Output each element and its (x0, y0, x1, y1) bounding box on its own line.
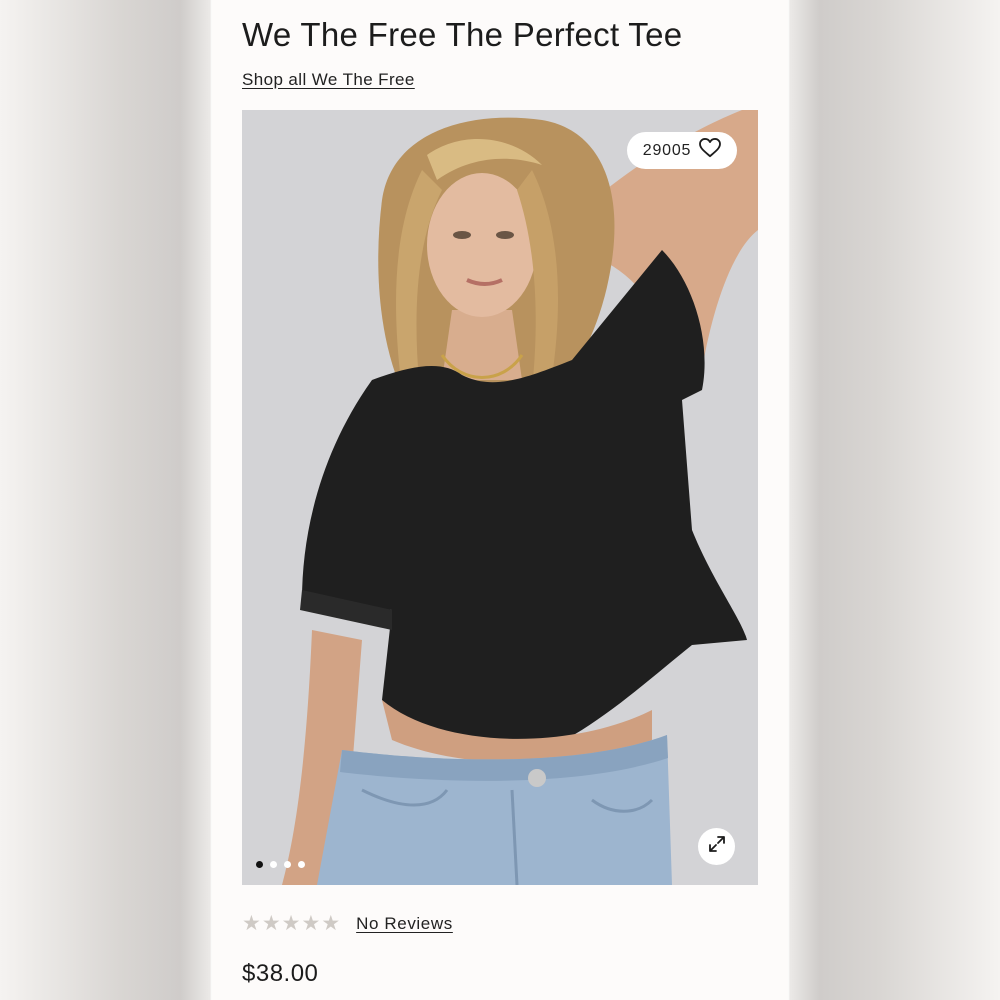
gallery-dot[interactable] (284, 861, 291, 868)
star-icon: ★ (321, 911, 341, 935)
product-price: $38.00 (242, 960, 319, 987)
favorite-button[interactable]: 29005 (627, 132, 737, 169)
expand-icon (707, 834, 727, 859)
shop-brand-link[interactable]: Shop all We The Free (242, 70, 415, 90)
star-icon: ★ (242, 911, 261, 935)
product-photo (242, 110, 758, 885)
product-title: We The Free The Perfect Tee (242, 16, 683, 53)
star-icon: ★ (281, 911, 301, 935)
expand-image-button[interactable] (698, 828, 735, 865)
rating-row: ★ ★ ★ ★ ★ No Reviews (242, 913, 453, 934)
heart-icon (699, 138, 722, 163)
favorites-count: 29005 (642, 141, 692, 159)
gallery-pagination (256, 861, 305, 868)
reviews-link[interactable]: No Reviews (356, 914, 453, 934)
gallery-dot[interactable] (270, 861, 277, 868)
gallery-dot[interactable] (298, 861, 305, 868)
product-card: We The Free The Perfect Tee Shop all We … (212, 0, 788, 1000)
star-rating: ★ ★ ★ ★ ★ (242, 913, 340, 934)
star-icon: ★ (261, 911, 281, 935)
product-image-gallery[interactable]: 29005 (242, 110, 758, 885)
star-icon: ★ (301, 911, 321, 935)
gallery-dot[interactable] (256, 861, 263, 868)
